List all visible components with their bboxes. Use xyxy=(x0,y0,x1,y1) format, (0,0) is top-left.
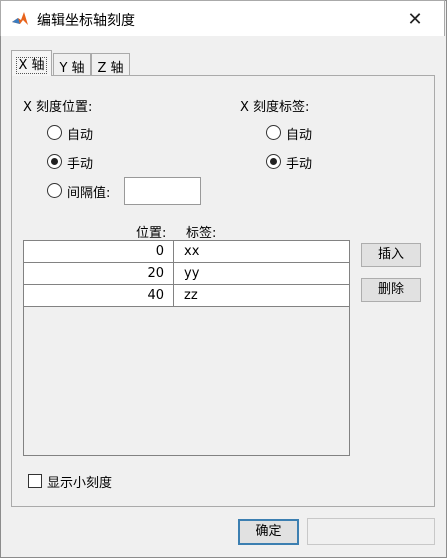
tab-y-axis[interactable]: Y 轴 xyxy=(53,53,91,76)
minor-ticks-checkbox[interactable] xyxy=(28,474,42,488)
tab-x-axis[interactable]: X 轴 xyxy=(11,50,52,76)
ticks-table[interactable]: 0 xx 20 yy 40 zz xyxy=(23,240,350,456)
tab-y-axis-label: Y 轴 xyxy=(59,61,85,76)
matlab-logo-icon xyxy=(12,12,28,25)
window-title: 编辑坐标轴刻度 xyxy=(37,13,135,29)
tick-position-heading: X 刻度位置: xyxy=(23,100,93,115)
ok-button[interactable]: 确定 xyxy=(238,519,299,545)
tick-labels-heading: X 刻度标签: xyxy=(240,100,310,115)
minor-ticks-label: 显示小刻度 xyxy=(47,476,113,491)
delete-button[interactable]: 删除 xyxy=(361,278,421,302)
position-auto-label: 自动 xyxy=(67,128,94,143)
tab-x-axis-label: X 轴 xyxy=(16,57,47,74)
labels-auto-label: 自动 xyxy=(286,128,313,143)
insert-button[interactable]: 插入 xyxy=(361,243,421,267)
position-manual-radio[interactable] xyxy=(47,154,62,169)
tab-z-axis[interactable]: Z 轴 xyxy=(91,53,130,76)
position-column-header: 位置: xyxy=(136,226,167,241)
position-auto-radio[interactable] xyxy=(47,125,62,140)
label-cell[interactable]: yy xyxy=(184,263,199,284)
labels-manual-radio[interactable] xyxy=(266,154,281,169)
cancel-button[interactable] xyxy=(307,518,435,545)
close-button[interactable]: ✕ xyxy=(385,3,445,35)
label-cell[interactable]: zz xyxy=(184,285,198,306)
table-row[interactable]: 20 yy xyxy=(24,263,349,285)
title-bar: 编辑坐标轴刻度 ✕ xyxy=(0,0,445,36)
position-manual-label: 手动 xyxy=(67,157,94,172)
labels-auto-radio[interactable] xyxy=(266,125,281,140)
position-cell[interactable]: 40 xyxy=(24,285,174,306)
labels-manual-label: 手动 xyxy=(286,157,313,172)
table-row[interactable]: 40 zz xyxy=(24,285,349,307)
position-interval-label: 间隔值: xyxy=(67,186,111,201)
close-icon: ✕ xyxy=(407,8,423,30)
position-cell[interactable]: 20 xyxy=(24,263,174,284)
table-row[interactable]: 0 xx xyxy=(24,241,349,263)
interval-value-input[interactable] xyxy=(124,177,201,205)
label-cell[interactable]: xx xyxy=(184,241,199,262)
label-column-header: 标签: xyxy=(186,226,217,241)
tab-z-axis-label: Z 轴 xyxy=(97,61,124,76)
position-cell[interactable]: 0 xyxy=(24,241,174,262)
position-interval-radio[interactable] xyxy=(47,183,62,198)
